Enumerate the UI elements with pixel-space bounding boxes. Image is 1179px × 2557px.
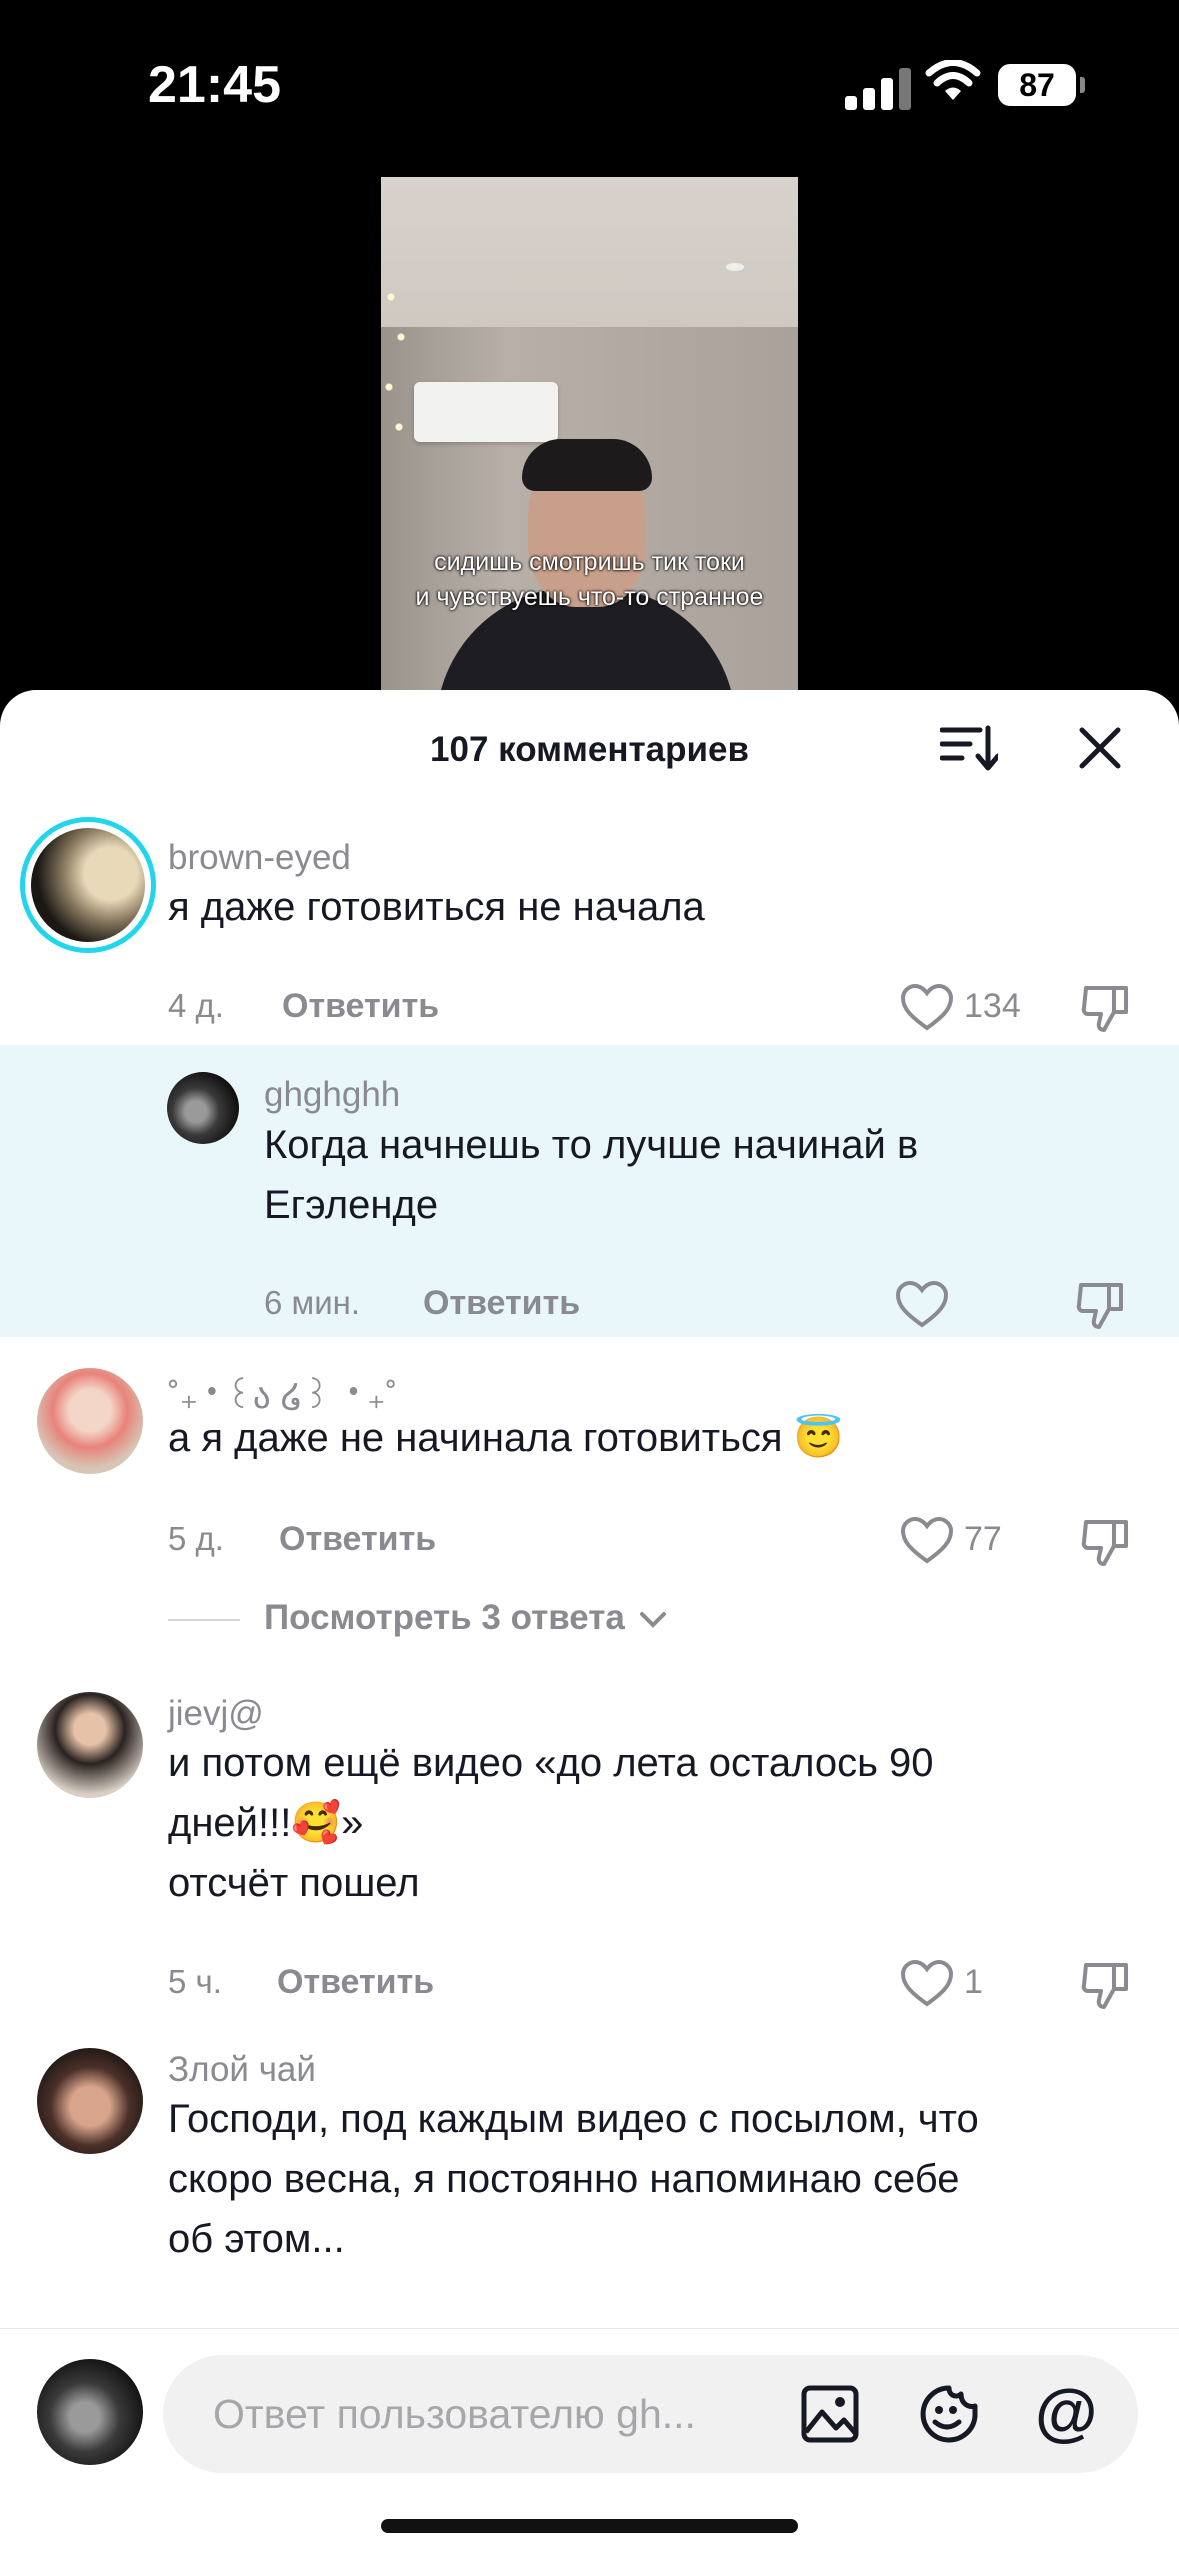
view-replies-label: Посмотреть 3 ответа <box>264 1598 625 1637</box>
heart-icon[interactable] <box>895 1281 949 1329</box>
comment-text: Когда начнешь то лучше начинай в Егэленд… <box>264 1115 918 1235</box>
avatar[interactable] <box>167 1072 239 1144</box>
ceiling-light <box>726 263 744 271</box>
thumbs-down-icon[interactable] <box>1080 982 1132 1034</box>
comment-text-line: Господи, под каждым видео с посылом, что <box>168 2097 979 2141</box>
video-subtitle: сидишь смотришь тик токи и чувствуешь чт… <box>381 545 798 615</box>
comment-text-line: скоро весна, я постоянно напоминаю себе <box>168 2157 960 2201</box>
comment-text-line: и потом ещё видео «до лета осталось 90 <box>168 1741 934 1785</box>
emoji-icon[interactable] <box>917 2382 981 2446</box>
comment-text: Господи, под каждым видео с посылом, что… <box>168 2089 979 2269</box>
image-icon[interactable] <box>800 2384 860 2444</box>
comment-text: и потом ещё видео «до лета осталось 90 д… <box>168 1733 934 1913</box>
comments-sheet: 107 комментариев brown-eyed я даже готов… <box>0 690 1179 2556</box>
thumbs-down-icon[interactable] <box>1080 1516 1132 1568</box>
like-count: 1 <box>964 1963 983 2001</box>
subtitle-line: и чувствуешь что-то странное <box>415 583 764 611</box>
heart-icon[interactable] <box>900 984 954 1032</box>
comment-text-line: Егэленде <box>264 1183 439 1227</box>
heart-icon[interactable] <box>900 1517 954 1565</box>
comment-username[interactable]: ghghghh <box>264 1075 400 1115</box>
comment-text-line: Когда начнешь то лучше начинай в <box>264 1123 919 1167</box>
comment-text: я даже готовиться не начала <box>168 885 705 929</box>
subtitle-line: сидишь смотришь тик токи <box>434 548 745 576</box>
close-icon[interactable] <box>1078 726 1122 770</box>
sort-icon[interactable] <box>940 724 998 772</box>
chevron-down-icon <box>639 1611 666 1628</box>
avatar[interactable] <box>37 1692 143 1798</box>
comment-username[interactable]: brown-eyed <box>168 838 351 878</box>
comment-age: 5 д. <box>168 1520 224 1557</box>
at-icon[interactable]: @ <box>1035 2377 1097 2447</box>
heart-icon[interactable] <box>900 1960 954 2008</box>
comments-count-title: 107 комментариев <box>430 730 749 769</box>
comment-text-line: отсчёт пошел <box>168 1861 420 1905</box>
avatar[interactable] <box>37 1368 143 1474</box>
comment-text: а я даже не начинала готовиться 😇 <box>168 1416 844 1460</box>
comment-text-line: об этом... <box>168 2217 345 2261</box>
comment-age: 5 ч. <box>168 1963 222 2000</box>
video-preview[interactable]: сидишь смотришь тик токи и чувствуешь чт… <box>381 177 798 697</box>
comment-text-line: дней!!!🥰» <box>168 1801 364 1845</box>
like-count: 134 <box>964 987 1021 1025</box>
view-replies-button[interactable]: Посмотреть 3 ответа <box>264 1598 667 1638</box>
thumbs-down-icon[interactable] <box>1075 1279 1127 1331</box>
status-bar: 21:45 87 <box>0 0 1179 170</box>
person-hair <box>522 439 652 491</box>
comment-username[interactable]: Злой чай <box>168 2050 316 2090</box>
avatar[interactable] <box>37 2048 143 2154</box>
thumbs-down-icon[interactable] <box>1080 1959 1132 2011</box>
replies-divider <box>168 1619 240 1621</box>
reply-input[interactable]: Ответ пользователю gh... @ <box>163 2355 1138 2473</box>
wifi-icon <box>925 60 981 100</box>
comment-composer: Ответ пользователю gh... @ <box>0 2328 1179 2557</box>
reply-button[interactable]: Ответить <box>423 1284 580 1323</box>
comment-age: 6 мин. <box>264 1284 361 1321</box>
comment-username[interactable]: jievj@ <box>168 1694 264 1734</box>
reply-button[interactable]: Ответить <box>279 1520 436 1559</box>
reply-input-placeholder: Ответ пользователю gh... <box>213 2391 696 2437</box>
like-count: 77 <box>964 1520 1002 1558</box>
battery-indicator: 87 <box>998 64 1085 106</box>
reply-button[interactable]: Ответить <box>282 987 439 1026</box>
comment-age: 4 д. <box>168 987 224 1024</box>
reply-button[interactable]: Ответить <box>277 1963 434 2002</box>
home-indicator[interactable] <box>381 2519 798 2533</box>
air-conditioner <box>414 382 558 442</box>
avatar[interactable] <box>20 817 156 953</box>
current-user-avatar[interactable] <box>37 2359 143 2465</box>
signal-icon <box>845 68 917 110</box>
status-time: 21:45 <box>148 56 281 114</box>
